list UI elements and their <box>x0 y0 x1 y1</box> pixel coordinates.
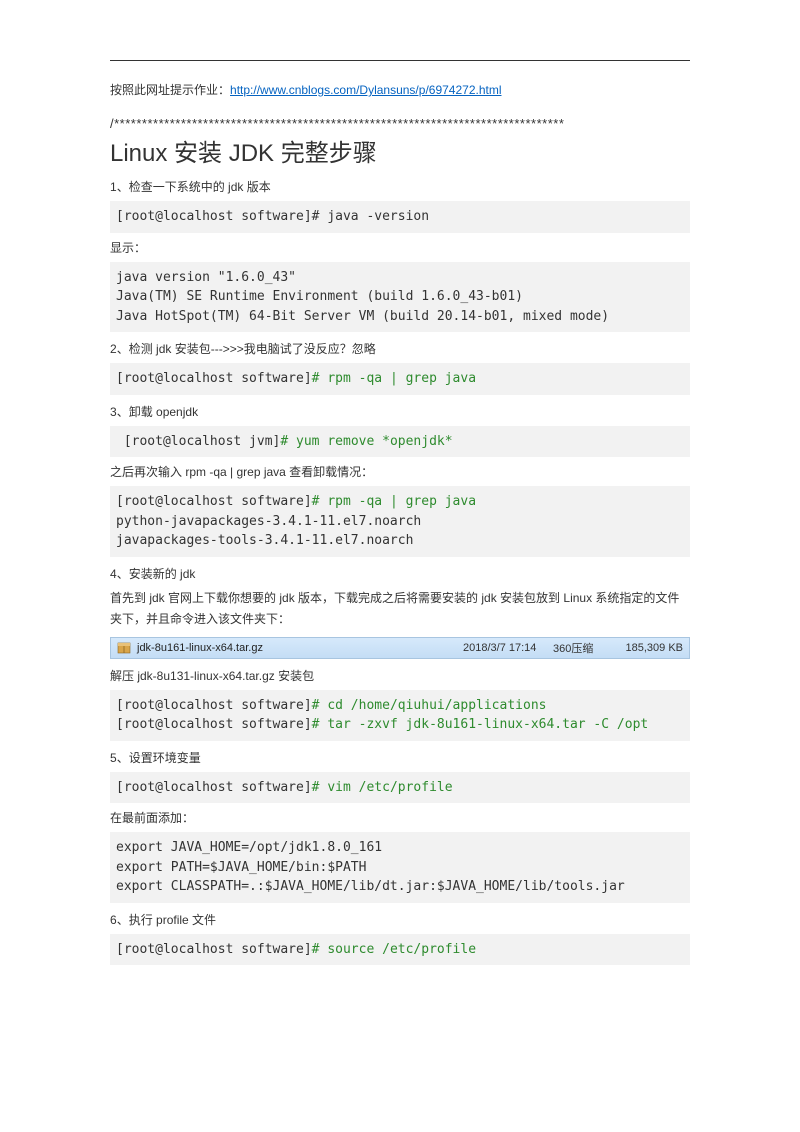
step-4-label: 4、安装新的 jdk <box>110 565 690 582</box>
prompt: [root@localhost software] <box>116 698 312 713</box>
page-title: Linux 安装 JDK 完整步骤 <box>110 133 690 168</box>
code-output: java version "1.6.0_43" Java(TM) SE Runt… <box>110 262 690 333</box>
command: # yum remove *openjdk* <box>280 434 452 449</box>
file-name: jdk-8u161-linux-x64.tar.gz <box>137 642 463 654</box>
file-row: jdk-8u161-linux-x64.tar.gz 2018/3/7 17:1… <box>110 637 690 659</box>
text: 版本，下载完成之后将需要安装的 <box>295 591 482 605</box>
step-text: 文件 <box>189 913 216 927</box>
code-block: [root@localhost software]# cd /home/qiuh… <box>110 690 690 741</box>
keyword: jdk <box>149 591 164 605</box>
step-text: 安装包--->>>我电脑试了没反应？忽略 <box>171 342 375 356</box>
step-keyword: jdk <box>228 180 243 194</box>
command: # source /etc/profile <box>312 942 476 957</box>
step-1-label: 1、检查一下系统中的 jdk 版本 <box>110 178 690 195</box>
step-number: 1 <box>110 180 117 194</box>
archive-icon <box>117 641 131 655</box>
command: # tar -zxvf jdk-8u161-linux-x64.tar -C /… <box>312 717 649 732</box>
step-3-label: 3、卸载 openjdk <box>110 403 690 420</box>
code-block: [root@localhost software]# vim /etc/prof… <box>110 772 690 804</box>
keyword: jdk <box>279 591 294 605</box>
prompt: [root@localhost software] <box>116 717 312 732</box>
file-date: 2018/3/7 17:14 <box>463 642 553 654</box>
intro-line: 按照此网址提示作业：http://www.cnblogs.com/Dylansu… <box>110 81 690 98</box>
text: 安装包 <box>275 669 314 683</box>
intro-link[interactable]: http://www.cnblogs.com/Dylansuns/p/69742… <box>230 83 501 97</box>
step-number: 3 <box>110 405 117 419</box>
text: 解压 <box>110 669 137 683</box>
command: # vim /etc/profile <box>312 780 453 795</box>
output-lines: python-javapackages-3.4.1-11.el7.noarch … <box>116 514 421 549</box>
step-keyword: profile <box>156 913 189 927</box>
step-text: 、安装新的 <box>117 567 180 581</box>
command: # cd /home/qiuhui/applications <box>312 698 547 713</box>
text: 之后再次输入 <box>110 465 185 479</box>
keyword: Linux <box>563 591 592 605</box>
step-3-after: 之后再次输入 rpm -qa | grep java 查看卸载情况： <box>110 463 690 480</box>
code-output: [root@localhost software]# rpm -qa | gre… <box>110 486 690 557</box>
step-4-desc: 首先到 jdk 官网上下载你想要的 jdk 版本，下载完成之后将需要安装的 jd… <box>110 588 690 631</box>
code-block: [root@localhost jvm]# yum remove *openjd… <box>110 426 690 458</box>
step-5-label: 5、设置环境变量 <box>110 749 690 766</box>
text: 首先到 <box>110 591 149 605</box>
unzip-label: 解压 jdk-8u131-linux-x64.tar.gz 安装包 <box>110 667 690 684</box>
text: 官网上下载你想要的 <box>165 591 280 605</box>
prompt: [root@localhost jvm] <box>116 434 280 449</box>
command: # rpm -qa | grep java <box>312 371 476 386</box>
prompt: [root@localhost software] <box>116 780 312 795</box>
prompt: [root@localhost software] <box>116 942 312 957</box>
step-keyword: openjdk <box>156 405 198 419</box>
step-text: 、执行 <box>117 913 156 927</box>
prompt: [root@localhost software] <box>116 371 312 386</box>
step-text: 、设置环境变量 <box>117 751 201 765</box>
code-block: [root@localhost software]# rpm -qa | gre… <box>110 363 690 395</box>
step-number: 2 <box>110 342 117 356</box>
code-block: [root@localhost software]# java -version <box>110 201 690 233</box>
star-divider: /***************************************… <box>110 116 690 131</box>
file-size: 185,309 KB <box>613 642 683 654</box>
step-text: 、检查一下系统中的 <box>117 180 228 194</box>
add-label: 在最前面添加： <box>110 809 690 826</box>
step-keyword: jdk <box>180 567 195 581</box>
top-rule <box>110 60 690 61</box>
text: 查看卸载情况： <box>286 465 373 479</box>
inline-code: rpm -qa | grep java <box>185 465 286 479</box>
step-6-label: 6、执行 profile 文件 <box>110 911 690 928</box>
text: 安装包放到 <box>497 591 564 605</box>
label-show: 显示： <box>110 239 690 256</box>
code-block: [root@localhost software]# source /etc/p… <box>110 934 690 966</box>
prompt: [root@localhost software] <box>116 494 312 509</box>
keyword: jdk <box>481 591 496 605</box>
step-text: 、卸载 <box>117 405 156 419</box>
filename: jdk-8u131-linux-x64.tar.gz <box>137 669 274 683</box>
step-2-label: 2、检测 jdk 安装包--->>>我电脑试了没反应？忽略 <box>110 340 690 357</box>
step-text: 、检测 <box>117 342 156 356</box>
step-number: 5 <box>110 751 117 765</box>
step-text: 版本 <box>243 180 270 194</box>
step-number: 4 <box>110 567 117 581</box>
env-block: export JAVA_HOME=/opt/jdk1.8.0_161 expor… <box>110 832 690 903</box>
step-keyword: jdk <box>156 342 171 356</box>
command: # rpm -qa | grep java <box>312 494 476 509</box>
intro-prefix: 按照此网址提示作业： <box>110 83 230 97</box>
document-page: 按照此网址提示作业：http://www.cnblogs.com/Dylansu… <box>0 0 800 1009</box>
step-number: 6 <box>110 913 117 927</box>
file-type: 360压缩 <box>553 640 613 656</box>
